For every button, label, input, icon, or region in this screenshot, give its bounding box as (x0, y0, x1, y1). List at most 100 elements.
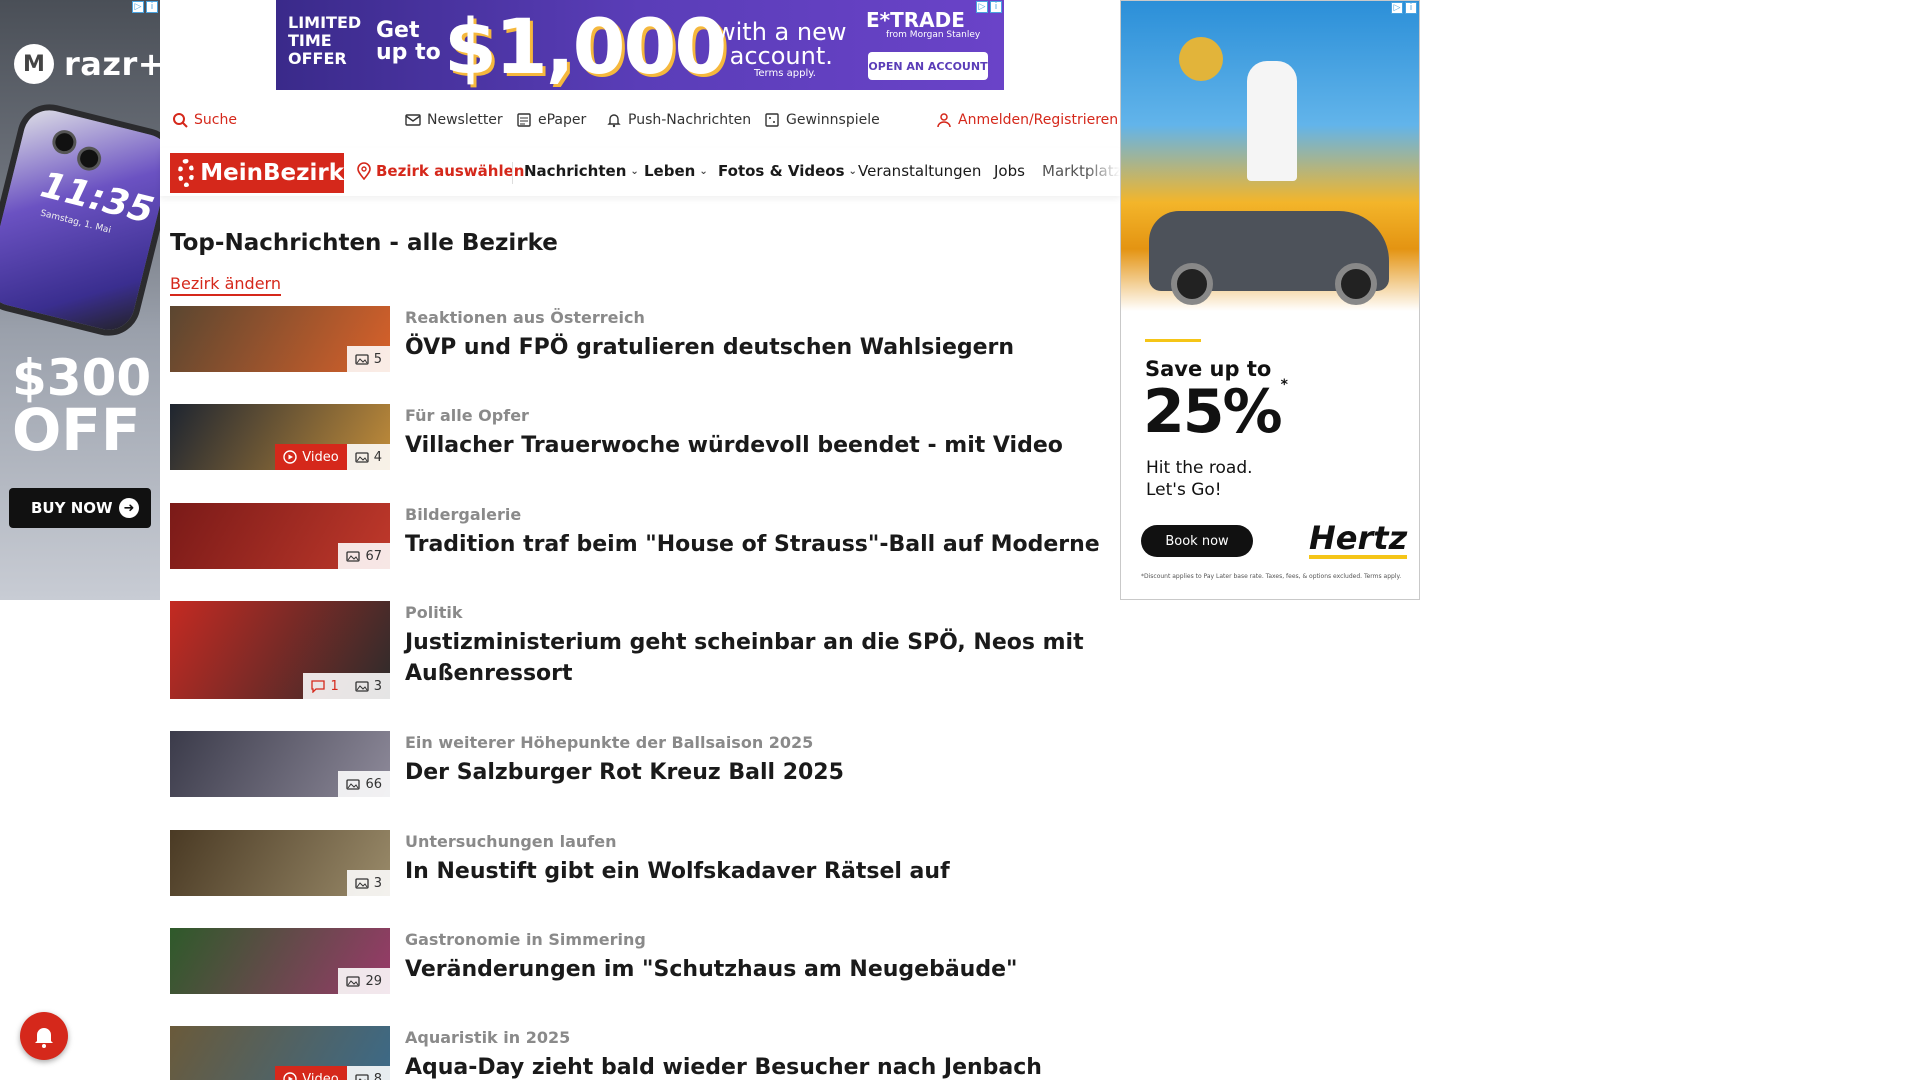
nav-jobs[interactable]: Jobs (994, 162, 1025, 180)
adchoices-icon[interactable]: ▷ (1391, 2, 1403, 14)
info-icon[interactable]: i (1405, 2, 1417, 14)
gewinnspiele-label: Gewinnspiele (786, 112, 880, 128)
account-text: account. (729, 42, 833, 70)
article-row[interactable]: 67 Bildergalerie Tradition traf beim "Hous… (170, 503, 1110, 599)
nav-veranstaltungen[interactable]: Veranstaltungen (858, 162, 981, 180)
chevron-down-icon: ⌄ (630, 165, 639, 177)
article-title[interactable]: Justizministerium geht scheinbar an die … (405, 627, 1105, 689)
newsletter-link[interactable]: Newsletter (405, 112, 503, 128)
article-kicker: Bildergalerie (405, 505, 522, 524)
ad-badge[interactable]: ▷ i (132, 1, 158, 13)
with-a-new: with a new (716, 18, 847, 46)
bell-icon (607, 114, 621, 128)
newsletter-label: Newsletter (427, 112, 503, 128)
search-link[interactable]: Suche (172, 112, 237, 128)
ad-right-rectangle[interactable]: ▷ i Save up to 25%* Hit the road. Let's … (1120, 0, 1420, 600)
open-account-button[interactable]: OPEN AN ACCOUNT (868, 52, 988, 80)
info-icon[interactable]: i (990, 1, 1002, 13)
article-title[interactable]: Der Salzburger Rot Kreuz Ball 2025 (405, 757, 1105, 788)
article-row[interactable]: Video 8 Aquaristik in 2025 Aqua-Day zieht b… (170, 1026, 1110, 1080)
photo-count-badge: 66 (338, 771, 390, 797)
login-link[interactable]: Anmelden/Registrieren (936, 112, 1118, 128)
adchoices-icon[interactable]: ▷ (132, 1, 144, 13)
nav-fotos-videos[interactable]: Fotos & Videos ⌄ (718, 162, 857, 180)
article-thumbnail[interactable]: 29 (170, 928, 390, 994)
book-now-button[interactable]: Book now (1141, 525, 1253, 557)
article-title[interactable]: Tradition traf beim "House of Strauss"-B… (405, 529, 1105, 560)
camera-icon (355, 354, 369, 365)
photo-count-badge: 8 (346, 1066, 390, 1080)
camera-icon (355, 878, 369, 889)
thumbnail-badges: 5 (346, 346, 390, 372)
comment-count-badge: 1 (303, 673, 347, 699)
play-icon (283, 1072, 297, 1080)
buy-now-button[interactable]: BUY NOW ➜ (9, 488, 151, 528)
article-thumbnail[interactable]: 67 (170, 503, 390, 569)
change-bezirk-link[interactable]: Bezirk ändern (170, 274, 281, 296)
page-title: Top-Nachrichten - alle Bezirke (170, 230, 558, 256)
up-to-text: up to (376, 40, 441, 65)
ad-leaderboard[interactable]: ▷ i LIMITED TIME OFFER Get up to $1,000 … (276, 0, 1004, 90)
photo-count-badge: 4 (346, 444, 390, 470)
info-icon[interactable]: i (146, 1, 158, 13)
article-thumbnail[interactable]: 13 (170, 601, 390, 699)
article-row[interactable]: 66 Ein weiterer Höhepunkte der Ballsaison… (170, 731, 1110, 827)
nav-nachrichten[interactable]: Nachrichten ⌄ (524, 162, 639, 180)
article-thumbnail[interactable]: 5 (170, 306, 390, 372)
ad-badge[interactable]: ▷ i (1391, 2, 1417, 14)
nav-leben[interactable]: Leben ⌄ (644, 162, 708, 180)
article-row[interactable]: 29 Gastronomie in Simmering Veränderungen … (170, 928, 1110, 1024)
nav-nachrichten-label: Nachrichten (524, 162, 627, 180)
article-row[interactable]: 3 Untersuchungen laufen In Neustift gibt e… (170, 830, 1110, 926)
mail-icon (405, 114, 421, 126)
thumbnail-badges: 66 (338, 771, 390, 797)
ad-with-new-account: with a new account. (716, 20, 847, 68)
phone-image: 11:35 Samstag, 1. Mai (0, 104, 160, 336)
article-thumbnail[interactable]: 66 (170, 731, 390, 797)
article-row[interactable]: 1 3 Politik Justizministerium geht scheinba… (170, 601, 1110, 699)
article-row[interactable]: Video 4 Für alle Opfer Villacher Trauerwoch… (170, 404, 1110, 500)
ad-badge[interactable]: ▷ i (976, 1, 1002, 13)
camera-icon (355, 1074, 369, 1080)
ad-tagline: Hit the road. Let's Go! (1146, 457, 1253, 501)
article-texts: Ein weiterer Höhepunkte der Ballsaison 2… (405, 731, 1105, 788)
photo-count: 4 (373, 449, 382, 465)
nav-fotos-label: Fotos & Videos (718, 162, 845, 180)
article-title[interactable]: Aqua-Day zieht bald wieder Besucher nach… (405, 1052, 1105, 1080)
epaper-link[interactable]: ePaper (516, 112, 586, 128)
article-kicker: Aquaristik in 2025 (405, 1028, 571, 1047)
ad-percent: 25%* (1143, 377, 1288, 447)
site-logo[interactable]: MeinBezirk (170, 153, 344, 193)
main-navigation: MeinBezirk Bezirk auswählen Nachrichten … (160, 148, 1120, 196)
notification-bell-button[interactable] (20, 1012, 68, 1060)
push-notifications-link[interactable]: Push-Nachrichten (606, 112, 751, 128)
photo-count: 29 (365, 973, 382, 989)
article-title[interactable]: In Neustift gibt ein Wolfskadaver Rätsel… (405, 856, 1105, 887)
wheel-shape (1171, 263, 1213, 305)
select-bezirk-button[interactable]: Bezirk auswählen (356, 162, 524, 180)
article-thumbnail[interactable]: Video 4 (170, 404, 390, 470)
etrade-logo: E*TRADE (866, 8, 965, 32)
page: ▷ i M razr+ 11:35 Samstag, 1. Mai $300 O… (0, 0, 1920, 1080)
gewinnspiele-link[interactable]: Gewinnspiele (764, 112, 880, 128)
article-kicker: Für alle Opfer (405, 406, 529, 425)
chevron-down-icon: ⌄ (848, 165, 857, 177)
epaper-label: ePaper (538, 112, 587, 128)
photo-count: 3 (373, 875, 382, 891)
photo-count-badge: 67 (338, 543, 390, 569)
ad-left-skyscraper[interactable]: ▷ i M razr+ 11:35 Samstag, 1. Mai $300 O… (0, 0, 160, 600)
camera-lens (74, 144, 104, 174)
ad-amount: $1,000 (444, 2, 727, 90)
article-thumbnail[interactable]: 3 (170, 830, 390, 896)
article-title[interactable]: Veränderungen im "Schutzhaus am Neugebäu… (405, 954, 1105, 985)
notification-bell-icon (35, 1028, 53, 1048)
article-kicker: Politik (405, 603, 463, 622)
camera-icon (346, 551, 361, 562)
ad-percent-mark: * (1280, 377, 1288, 393)
article-row[interactable]: 5 Reaktionen aus Österreich ÖVP und FPÖ gr… (170, 306, 1110, 402)
adchoices-icon[interactable]: ▷ (976, 1, 988, 13)
article-title[interactable]: ÖVP und FPÖ gratulieren deutschen Wahlsi… (405, 332, 1105, 363)
article-thumbnail[interactable]: Video 8 (170, 1026, 390, 1080)
lto-line2: TIME (288, 31, 332, 50)
article-title[interactable]: Villacher Trauerwoche würdevoll beendet … (405, 430, 1105, 461)
